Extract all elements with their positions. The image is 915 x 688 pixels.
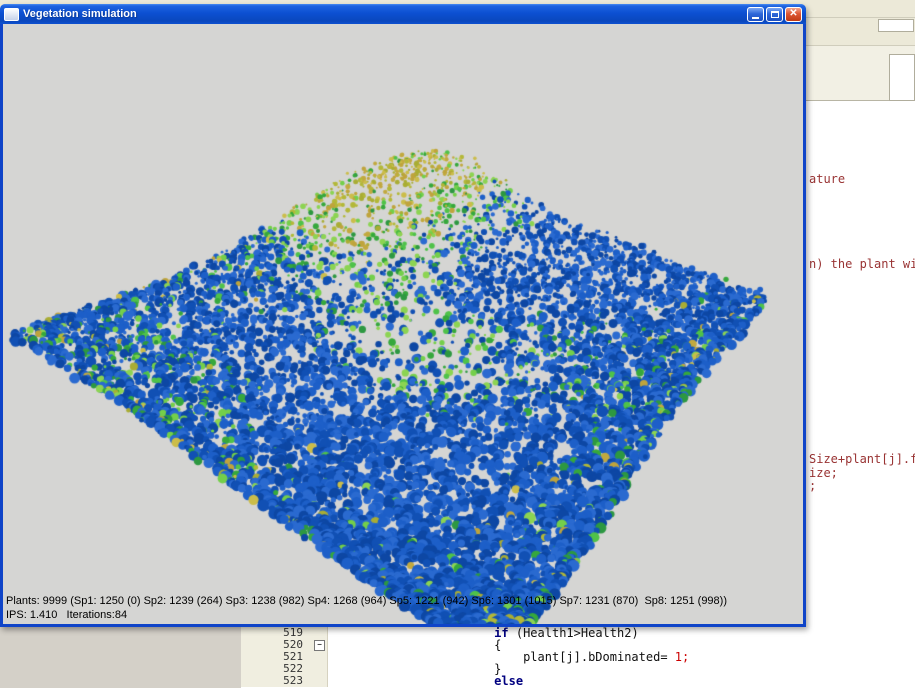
code-line: 523 else — [241, 675, 915, 687]
minimize-button[interactable] — [747, 7, 764, 22]
code-fragment: n) the plant wi — [809, 257, 915, 271]
maximize-icon — [771, 11, 779, 18]
minimize-icon — [752, 17, 759, 19]
title-bar[interactable]: Vegetation simulation ✕ — [0, 4, 806, 24]
code-lines-container: 519 if (Health1>Health2)520− {521 plant[… — [241, 627, 915, 688]
maximize-button[interactable] — [766, 7, 783, 22]
fold-column: − — [311, 639, 328, 651]
app-icon — [4, 8, 19, 21]
code-fragment: Size+plant[j].f — [809, 452, 915, 466]
code-text: else — [328, 675, 523, 687]
fold-column — [311, 651, 328, 663]
close-button[interactable]: ✕ — [785, 7, 802, 22]
code-fragment: ature — [809, 172, 845, 186]
ips-status-text: IPS: 1.410 Iterations:84 — [6, 609, 127, 621]
fold-toggle-icon[interactable]: − — [314, 640, 325, 651]
fold-column — [311, 675, 328, 687]
window-title: Vegetation simulation — [23, 8, 747, 20]
fold-column — [311, 663, 328, 675]
ide-left-panel — [0, 627, 241, 688]
simulation-viewport: Plants: 9999 (Sp1: 1250 (0) Sp2: 1239 (2… — [3, 24, 803, 624]
ide-docked-box — [889, 54, 915, 101]
ide-toolbar-field — [878, 19, 914, 32]
plants-status-text: Plants: 9999 (Sp1: 1250 (0) Sp2: 1239 (2… — [6, 595, 727, 607]
code-editor-bottom-strip: 519 if (Health1>Health2)520− {521 plant[… — [0, 627, 915, 688]
fold-column — [311, 627, 328, 639]
close-icon: ✕ — [789, 9, 797, 19]
vegetation-simulation-window: Vegetation simulation ✕ Plants: 9999 (Sp… — [0, 4, 806, 627]
code-fragment: ize; — [809, 466, 838, 480]
line-number: 523 — [241, 675, 311, 687]
vegetation-scatter-canvas — [3, 24, 803, 624]
code-editor-right-column: ature n) the plant wi Size+plant[j].fize;; — [806, 101, 915, 627]
code-fragment: ; — [809, 479, 816, 493]
